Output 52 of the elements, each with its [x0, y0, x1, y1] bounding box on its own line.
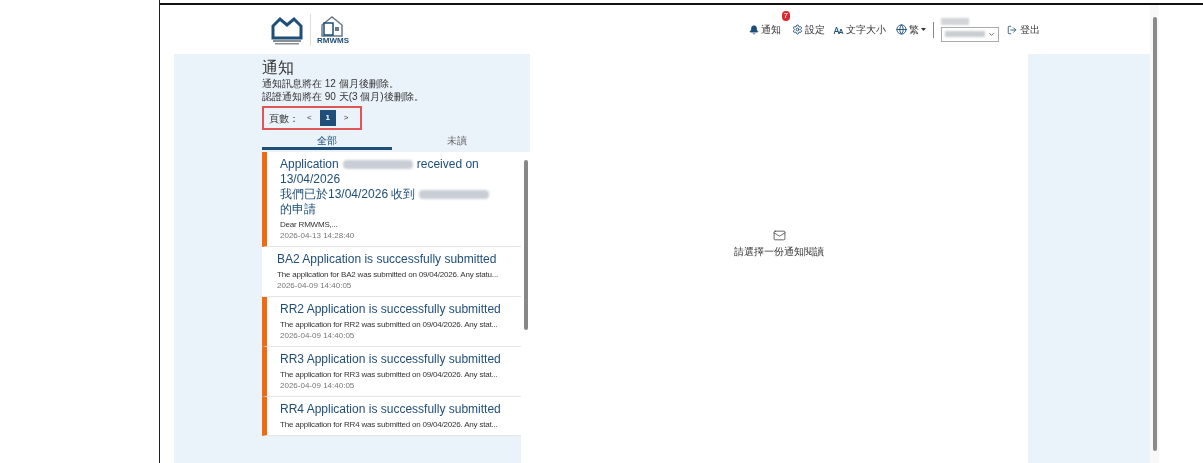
notification-snippet: The application for RR3 was submitted on 09/04/2026. Any stat... — [280, 370, 499, 380]
notification-snippet: Dear RMWMS,... — [280, 220, 339, 230]
notification-time: 2026-04-09 14:40:05 — [280, 331, 356, 341]
notification-title: RR2 Application is successfully submitted — [280, 302, 502, 317]
notification-title: Application received on 13/04/2026 — [280, 157, 480, 187]
house-document-icon — [320, 14, 346, 37]
notification-title: RR3 Application is successfully submitted — [280, 352, 502, 367]
account-select[interactable] — [941, 26, 999, 42]
notification-time: 2026-04-13 14:28:40 — [280, 231, 356, 241]
notification-item[interactable]: RR2 Application is successfully submitted The application for RR2 was submitted on 09/04/2026. Any stat... 2026-04-09 14:40:05 — [262, 297, 521, 347]
font-size-button[interactable]: 文字大小 — [833, 22, 886, 37]
redacted-block — [941, 17, 969, 25]
logo-text: RMWMS — [317, 36, 349, 45]
notification-snippet: The application for BA2 was submitted on 09/04/2026. Any statu... — [277, 270, 499, 280]
redacted-block — [419, 190, 490, 200]
page-number-button[interactable]: 1 — [319, 110, 336, 126]
bell-icon — [749, 24, 759, 35]
notification-item[interactable]: BA2 Application is successfully submitted The application for BA2 was submitted on 09/04/2026. Any statu... 2026-04-09 14:40:05 — [262, 247, 521, 297]
notification-title: RR4 Application is successfully submitted — [280, 402, 502, 417]
notification-title: BA2 Application is successfully submitted — [277, 252, 498, 267]
logout-button[interactable]: 登出 — [1007, 22, 1040, 37]
logout-icon — [1007, 24, 1017, 35]
tab[interactable]: 未讀 — [392, 133, 522, 150]
list-scrollbar[interactable] — [521, 152, 530, 463]
retention-note: 認證通知將在 90 天(3 個月)後刪除。 — [262, 91, 425, 103]
notification-count-badge: 7 — [781, 11, 790, 21]
next-page-button[interactable]: > — [341, 112, 351, 124]
letter-size-icon — [833, 24, 844, 35]
notification-snippet: The application for RR4 was submitted on 09/04/2026. Any stat... — [280, 420, 499, 430]
notification-snippet: The application for RR2 was submitted on 09/04/2026. Any stat... — [280, 320, 499, 330]
previous-page-button[interactable]: < — [305, 112, 314, 124]
settings-button[interactable]: 設定 — [792, 22, 825, 37]
retention-note: 通知訊息將在 12 個月後刪除。 — [262, 78, 400, 90]
chevron-down-icon — [988, 30, 995, 38]
notifications-button[interactable]: 通知 — [749, 22, 781, 37]
notification-item[interactable]: Application received on 13/04/2026 我們已於13/04/2026 收到 的申請 Dear RMWMS,... 2026-04-13 14:28:40 — [262, 152, 521, 247]
notification-title-chinese: 我們已於13/04/2026 收到 的申請 — [280, 187, 513, 217]
notification-item[interactable]: RR4 Application is successfully submitted The application for RR4 was submitted on 09/04/2026. Any stat... — [262, 397, 521, 436]
mail-icon — [772, 228, 786, 242]
notification-time: 2026-04-09 14:40:05 — [280, 381, 356, 391]
empty-detail-message: 請選擇一份通知閱讀 — [734, 244, 824, 259]
redacted-block — [945, 31, 985, 37]
settings-icon — [792, 24, 803, 35]
page-scrollbar[interactable] — [1150, 5, 1159, 463]
notification-item[interactable]: RR3 Application is successfully submitted The application for RR3 was submitted on 09/04/2026. Any stat... 2026-04-09 14:40:05 — [262, 347, 521, 397]
notification-time: 2026-04-09 14:40:05 — [277, 281, 353, 291]
pagination-label: 頁數： — [269, 111, 299, 126]
language-button[interactable]: 繁 — [896, 22, 926, 37]
globe-icon — [896, 24, 907, 35]
page-title: 通知 — [262, 58, 295, 77]
caret-icon — [921, 28, 926, 31]
redacted-block — [342, 160, 413, 170]
